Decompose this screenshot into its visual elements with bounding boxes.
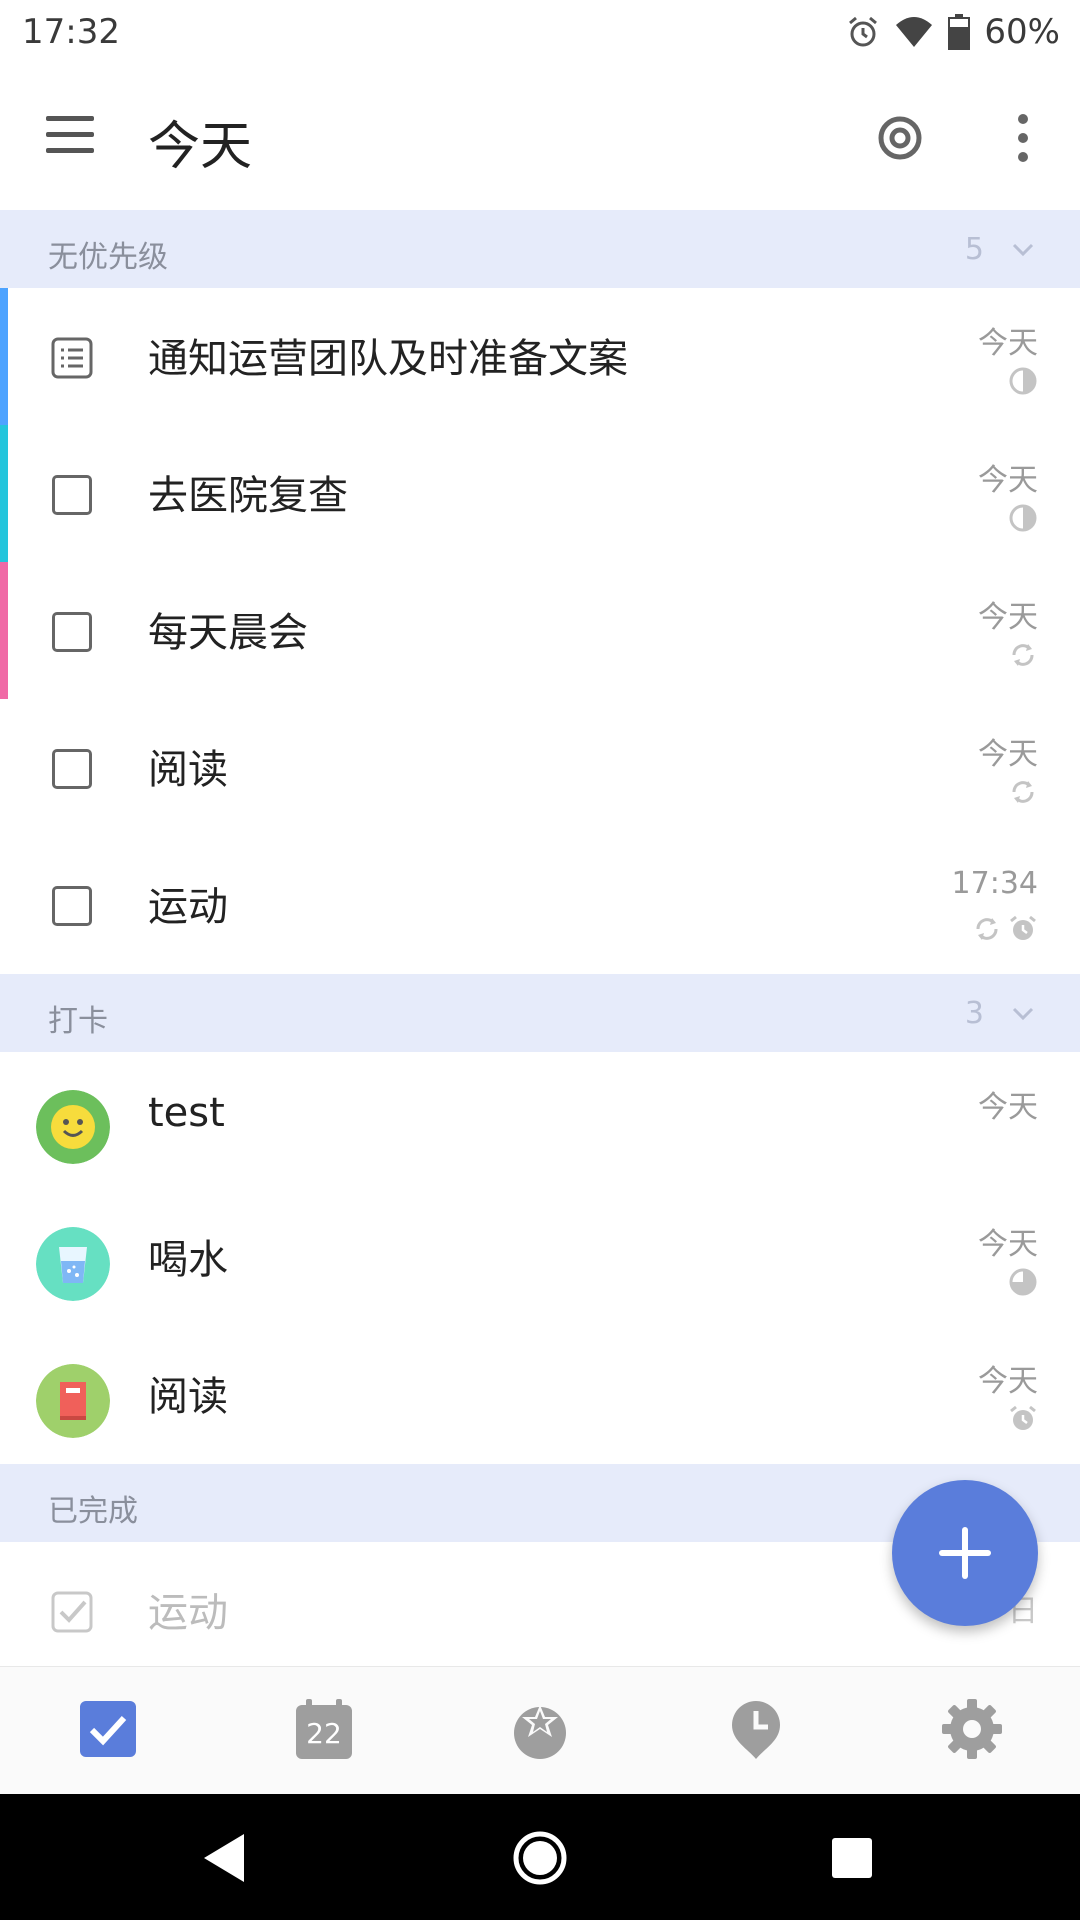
habit-tab-icon[interactable] bbox=[724, 1697, 788, 1761]
section-count: 3 bbox=[964, 996, 984, 1031]
task-checkbox[interactable] bbox=[52, 475, 92, 515]
repeat-icon bbox=[1012, 644, 1034, 666]
calendar-day: 22 bbox=[306, 1717, 342, 1750]
battery-icon bbox=[948, 14, 971, 50]
app-bar: 今天 bbox=[0, 64, 1080, 210]
recents-icon[interactable] bbox=[822, 1828, 882, 1888]
alarm-status-icon bbox=[849, 16, 878, 47]
progress-icon bbox=[1009, 1268, 1037, 1296]
repeat-icon bbox=[976, 918, 998, 940]
task-title: 去医院复查 bbox=[148, 473, 348, 519]
habit-date: 今天 bbox=[978, 1364, 1038, 1399]
wifi-icon bbox=[896, 17, 933, 47]
chevron-down-icon bbox=[1012, 1007, 1034, 1021]
task-date: 今天 bbox=[978, 737, 1038, 772]
menu-icon[interactable] bbox=[46, 116, 96, 156]
status-icons: 60% bbox=[846, 10, 1060, 54]
chevron-down-icon bbox=[1012, 243, 1034, 257]
smiley-icon[interactable] bbox=[36, 1090, 110, 1164]
pomodoro-tab-icon[interactable] bbox=[508, 1697, 572, 1761]
add-task-button[interactable] bbox=[892, 1480, 1038, 1626]
more-options-icon[interactable] bbox=[1008, 112, 1038, 164]
habit-meta bbox=[1008, 1267, 1038, 1297]
priority-color-bar bbox=[0, 288, 8, 425]
settings-tab-icon[interactable] bbox=[940, 1697, 1004, 1761]
task-row[interactable]: 通知运营团队及时准备文案 今天 bbox=[0, 288, 1080, 425]
book-icon[interactable] bbox=[36, 1364, 110, 1438]
habit-date: 今天 bbox=[978, 1227, 1038, 1262]
task-date: 今天 bbox=[978, 326, 1038, 361]
task-title: 每天晨会 bbox=[148, 610, 308, 656]
task-meta bbox=[1008, 366, 1038, 396]
task-title: 阅读 bbox=[148, 747, 228, 793]
checked-checkbox-icon[interactable] bbox=[50, 1590, 94, 1634]
habit-meta bbox=[1008, 1404, 1038, 1434]
task-meta bbox=[972, 914, 1038, 944]
task-title: 运动 bbox=[148, 884, 228, 930]
habit-title: 阅读 bbox=[148, 1374, 228, 1420]
focus-target-icon[interactable] bbox=[876, 114, 924, 162]
home-icon[interactable] bbox=[510, 1828, 570, 1888]
repeat-icon bbox=[1012, 781, 1034, 803]
task-date: 今天 bbox=[978, 463, 1038, 498]
task-meta bbox=[1008, 777, 1038, 807]
completed-task-title: 运动 bbox=[148, 1590, 228, 1636]
status-bar: 17:32 60% bbox=[0, 0, 1080, 64]
progress-icon bbox=[1009, 504, 1037, 532]
task-title: 通知运营团队及时准备文案 bbox=[148, 336, 628, 382]
habit-title: test bbox=[148, 1090, 225, 1136]
habit-title: 喝水 bbox=[148, 1237, 228, 1283]
task-row[interactable]: 运动 17:34 bbox=[0, 836, 1080, 973]
habit-date: 今天 bbox=[978, 1090, 1038, 1125]
section-title: 已完成 bbox=[48, 1494, 138, 1529]
habit-row[interactable]: test 今天 bbox=[0, 1052, 1080, 1189]
task-row[interactable]: 每天晨会 今天 bbox=[0, 562, 1080, 699]
task-meta bbox=[1008, 640, 1038, 670]
note-task-icon[interactable] bbox=[50, 336, 94, 380]
section-count: 5 bbox=[964, 232, 984, 267]
task-row[interactable]: 去医院复查 今天 bbox=[0, 425, 1080, 562]
page-title: 今天 bbox=[148, 117, 253, 177]
priority-color-bar bbox=[0, 562, 8, 699]
task-tab-icon[interactable] bbox=[76, 1697, 140, 1761]
task-meta bbox=[1008, 503, 1038, 533]
bottom-tab-bar: 22 bbox=[0, 1666, 1080, 1795]
task-checkbox[interactable] bbox=[52, 612, 92, 652]
status-time: 17:32 bbox=[22, 12, 120, 52]
priority-color-bar bbox=[0, 425, 8, 562]
task-row[interactable]: 阅读 今天 bbox=[0, 699, 1080, 836]
system-nav-bar bbox=[0, 1794, 1080, 1920]
task-checkbox[interactable] bbox=[52, 886, 92, 926]
task-time: 17:34 bbox=[951, 866, 1038, 901]
section-header-no-priority[interactable]: 无优先级 5 bbox=[0, 210, 1080, 288]
battery-percent: 60% bbox=[984, 12, 1060, 52]
calendar-tab[interactable]: 22 bbox=[292, 1697, 356, 1761]
section-title: 无优先级 bbox=[48, 240, 168, 275]
task-date: 今天 bbox=[978, 600, 1038, 635]
habit-row[interactable]: 阅读 今天 bbox=[0, 1326, 1080, 1463]
section-header-checkin[interactable]: 打卡 3 bbox=[0, 974, 1080, 1052]
task-checkbox[interactable] bbox=[52, 749, 92, 789]
section-title: 打卡 bbox=[48, 1004, 108, 1039]
alarm-icon bbox=[1010, 1405, 1036, 1430]
habit-row[interactable]: 喝水 今天 bbox=[0, 1189, 1080, 1326]
alarm-icon bbox=[1010, 915, 1036, 940]
water-glass-icon[interactable] bbox=[36, 1227, 110, 1301]
progress-icon bbox=[1009, 367, 1037, 395]
back-icon[interactable] bbox=[196, 1828, 256, 1888]
